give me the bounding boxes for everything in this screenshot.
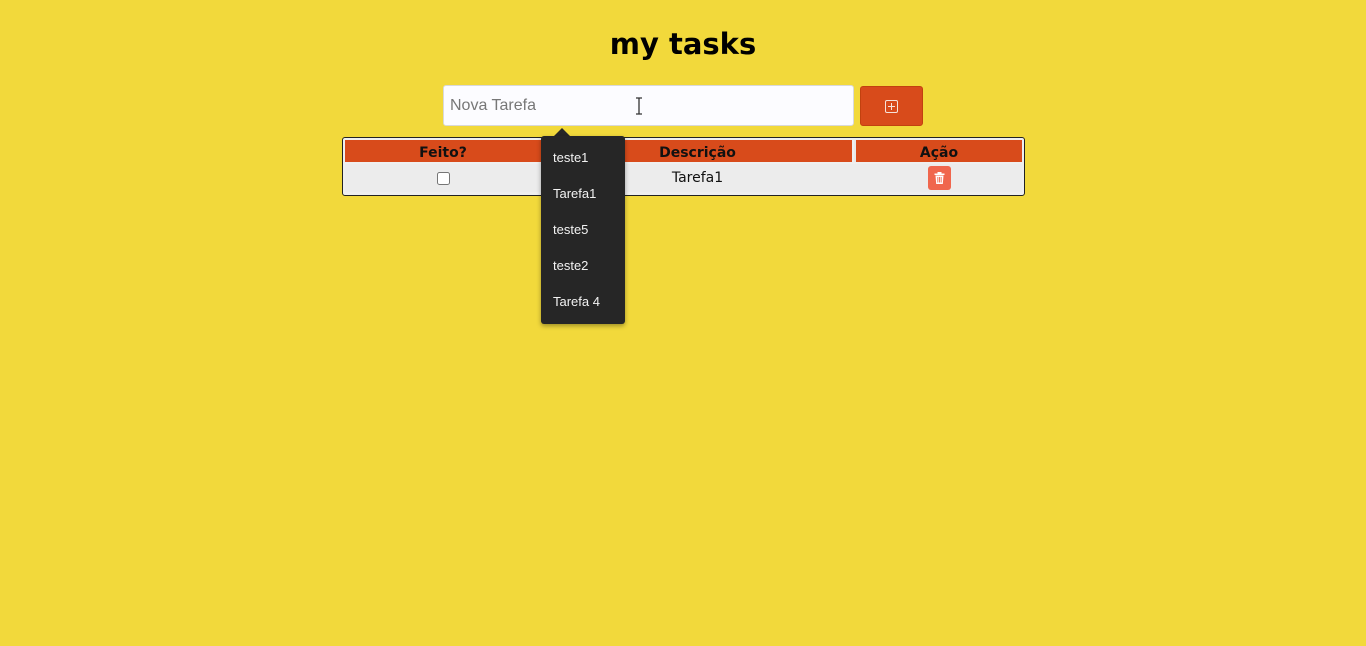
add-task-button[interactable] [860, 86, 923, 126]
column-header-action: Ação [856, 140, 1022, 162]
plus-square-icon [885, 99, 898, 113]
action-cell [856, 164, 1022, 192]
done-checkbox[interactable] [436, 171, 450, 185]
delete-task-button[interactable] [927, 166, 951, 190]
column-header-done: Feito? [345, 140, 541, 162]
autocomplete-option[interactable]: Tarefa 4 [541, 284, 625, 320]
table-header: Feito? Descrição Ação [345, 140, 1022, 162]
autocomplete-option[interactable]: teste1 [541, 140, 625, 176]
page-title: my tasks [609, 27, 757, 61]
autocomplete-dropdown: teste1 Tarefa1 teste5 teste2 Tarefa 4 [541, 136, 625, 324]
autocomplete-option[interactable]: teste2 [541, 248, 625, 284]
trash-icon [934, 172, 944, 184]
tasks-table: Feito? Descrição Ação Tarefa1 [342, 137, 1025, 196]
autocomplete-option[interactable]: teste5 [541, 212, 625, 248]
new-task-input[interactable] [443, 85, 854, 126]
autocomplete-option[interactable]: Tarefa1 [541, 176, 625, 212]
text-cursor-icon [636, 97, 642, 115]
table-row: Tarefa1 [345, 164, 1022, 192]
done-cell [345, 164, 541, 192]
app-page: my tasks Feito? Descrição Ação Tarefa1 [0, 0, 1366, 646]
